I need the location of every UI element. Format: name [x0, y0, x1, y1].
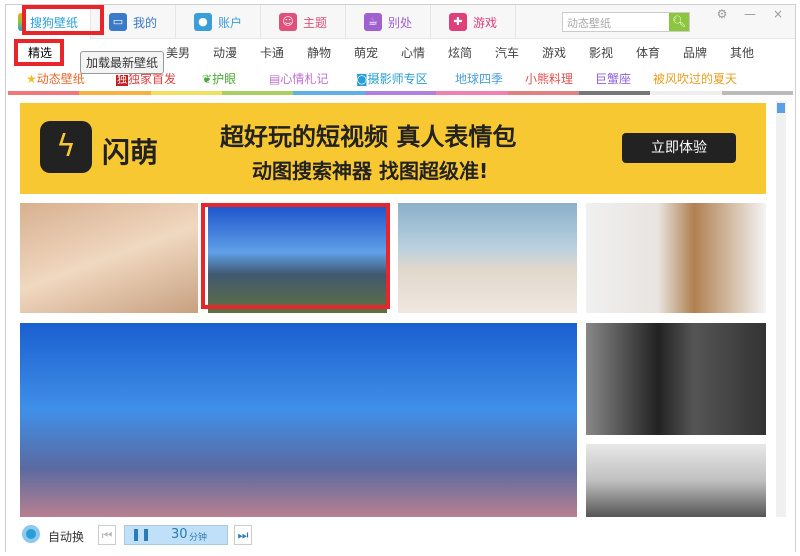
category-item[interactable]: 萌宠 — [354, 44, 378, 61]
category-item[interactable]: 静物 — [307, 44, 331, 61]
tab-games[interactable]: ✚ 游戏 — [431, 5, 516, 39]
highlight-box — [14, 39, 64, 66]
interval-control[interactable]: ❚❚ 30 分钟 — [124, 525, 228, 545]
skip-forward-icon: ⏭ — [237, 528, 249, 542]
next-button[interactable]: ⏭ — [234, 525, 252, 545]
gear-icon: ⚙ — [716, 7, 728, 21]
category-item[interactable]: 游戏 — [542, 44, 566, 61]
category-item[interactable]: 美男 — [166, 44, 190, 61]
scrollbar[interactable] — [776, 101, 786, 517]
exclusive-icon: 独 — [116, 75, 128, 86]
category-item[interactable]: 影视 — [589, 44, 613, 61]
monitor-icon: ▭ — [108, 13, 127, 31]
theme-icon: ☺ — [278, 13, 297, 31]
banner-ad[interactable]: ϟ 闪萌 超好玩的短视频 真人表情包 动图搜索神器 找图超级准! 立即体验 — [20, 103, 766, 194]
wallpaper-thumb-woman[interactable] — [586, 203, 766, 313]
tab-account[interactable]: ● 账户 — [176, 5, 261, 39]
color-divider — [8, 91, 793, 95]
close-button[interactable]: × — [768, 7, 788, 21]
wallpaper-thumb-gray[interactable] — [586, 444, 766, 517]
category-item[interactable]: 品牌 — [683, 44, 707, 61]
minimize-button[interactable]: — — [740, 7, 760, 21]
subcategory-item[interactable]: ◙摄影师专区 — [356, 70, 428, 87]
tooltip: 加载最新壁纸 — [80, 51, 165, 74]
search-input[interactable]: 动态壁纸 🔍︎ — [562, 12, 690, 32]
top-tabs: 搜狗壁纸 ▭ 我的 ● 账户 ☺ 主题 ☕ 别处 ✚ 游戏 动态壁纸 🔍︎ ⚙ — × — [6, 5, 795, 39]
notebook-icon: ▤ — [269, 72, 281, 86]
auto-change-icon[interactable] — [22, 525, 40, 543]
tab-elsewhere[interactable]: ☕ 别处 — [346, 5, 431, 39]
app-window: 搜狗壁纸 ▭ 我的 ● 账户 ☺ 主题 ☕ 别处 ✚ 游戏 动态壁纸 🔍︎ ⚙ — × 精选… — [5, 4, 796, 553]
highlight-box — [201, 203, 390, 309]
highlight-box — [22, 5, 104, 35]
previous-button[interactable]: ⏮ — [98, 525, 116, 545]
search-button[interactable]: 🔍︎ — [669, 13, 689, 31]
skip-back-icon: ⏮ — [101, 528, 113, 542]
tab-theme[interactable]: ☺ 主题 — [261, 5, 346, 39]
wallpaper-large-sky[interactable] — [20, 323, 577, 517]
settings-button[interactable]: ⚙ — [712, 7, 732, 21]
category-item[interactable]: 其他 — [730, 44, 754, 61]
scrollbar-thumb[interactable] — [777, 103, 785, 113]
category-item[interactable]: 动漫 — [213, 44, 237, 61]
cup-icon: ☕ — [363, 13, 382, 31]
subcategory-item[interactable]: 小熊料理 — [525, 70, 573, 87]
subcategory-item[interactable]: 巨蟹座 — [595, 70, 631, 87]
minimize-icon: — — [744, 7, 756, 21]
close-icon: × — [772, 7, 784, 21]
gamepad-icon: ✚ — [448, 13, 467, 31]
star-icon: ★ — [26, 72, 37, 86]
bottom-bar: 自动换 ⏮ ❚❚ 30 分钟 ⏭ — [6, 517, 795, 553]
subcategory-item[interactable]: 被风吹过的夏天 — [653, 70, 737, 87]
user-icon: ● — [193, 13, 212, 31]
lightning-icon: ϟ — [40, 121, 92, 173]
leaf-icon: ❦ — [202, 72, 213, 86]
auto-change-label[interactable]: 自动换 — [48, 528, 84, 545]
category-item[interactable]: 汽车 — [495, 44, 519, 61]
wallpaper-thumb-beach[interactable] — [398, 203, 577, 313]
try-now-button[interactable]: 立即体验 — [622, 133, 736, 163]
subcategory-item[interactable]: ★动态壁纸 — [26, 70, 85, 87]
category-item[interactable]: 炫简 — [448, 44, 472, 61]
category-item[interactable]: 体育 — [636, 44, 660, 61]
category-item[interactable]: 心情 — [401, 44, 425, 61]
subcategory-item[interactable]: ▤心情札记 — [269, 70, 328, 87]
wallpaper-thumb-bench[interactable] — [20, 203, 198, 313]
category-item[interactable]: 卡通 — [260, 44, 284, 61]
subcategory-item[interactable]: ❦护眼 — [202, 70, 236, 87]
search-icon: 🔍︎ — [672, 15, 686, 28]
pause-icon[interactable]: ❚❚ — [131, 527, 151, 541]
camera-icon: ◙ — [356, 72, 368, 86]
wallpaper-thumb-group[interactable] — [586, 323, 766, 435]
subcategory-item[interactable]: 地球四季 — [455, 70, 503, 87]
